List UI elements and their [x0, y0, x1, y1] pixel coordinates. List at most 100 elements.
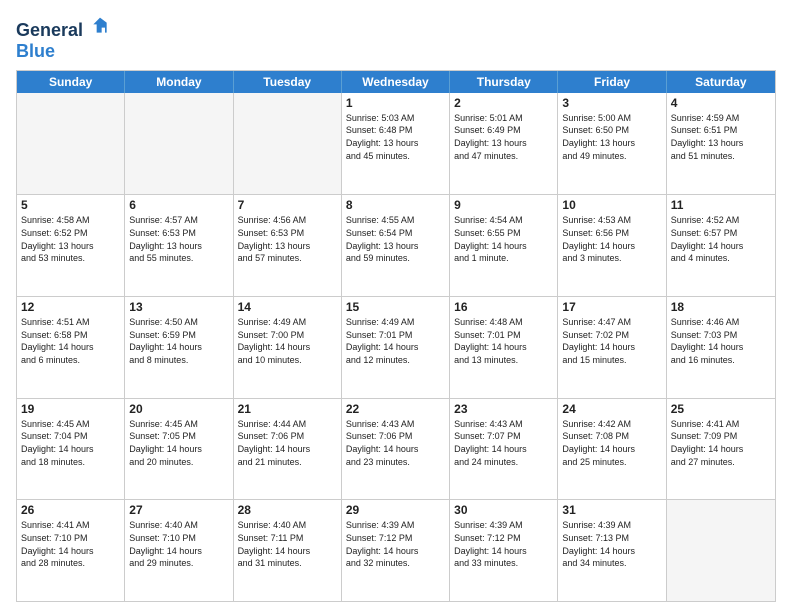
- calendar-cell-r4-c6: [667, 500, 775, 601]
- calendar-cell-r2-c4: 16Sunrise: 4:48 AM Sunset: 7:01 PM Dayli…: [450, 297, 558, 398]
- logo-icon: [90, 16, 110, 36]
- cell-info: Sunrise: 4:46 AM Sunset: 7:03 PM Dayligh…: [671, 316, 771, 366]
- day-number: 28: [238, 503, 337, 517]
- weekday-header-friday: Friday: [558, 71, 666, 93]
- calendar-cell-r4-c2: 28Sunrise: 4:40 AM Sunset: 7:11 PM Dayli…: [234, 500, 342, 601]
- calendar-cell-r2-c3: 15 Sunrise: 4:49 AM Sunset: 7:01 PM Dayli…: [342, 297, 450, 398]
- calendar-cell-r0-c2: [234, 93, 342, 195]
- calendar-cell-r4-c0: 26 Sunrise: 4:41 AM Sunset: 7:10 PM Dayli…: [17, 500, 125, 601]
- calendar-cell-r0-c1: [125, 93, 233, 195]
- day-number: 16: [454, 300, 553, 314]
- day-number: 30: [454, 503, 553, 517]
- cell-info: Sunrise: 4:45 AM Sunset: 7:04 PM Dayligh…: [21, 418, 120, 468]
- day-number: 7: [238, 198, 337, 212]
- calendar-cell-r3-c0: 19 Sunrise: 4:45 AM Sunset: 7:04 PM Dayli…: [17, 399, 125, 500]
- day-number: 29: [346, 503, 445, 517]
- day-number: 22: [346, 402, 445, 416]
- day-number: 4: [671, 96, 771, 110]
- logo-text: General: [16, 16, 110, 41]
- calendar-cell-r3-c3: 22 Sunrise: 4:43 AM Sunset: 7:06 PM Dayli…: [342, 399, 450, 500]
- day-number: 20: [129, 402, 228, 416]
- calendar-row-3: 12Sunrise: 4:51 AM Sunset: 6:58 PM Dayli…: [17, 296, 775, 398]
- day-number: 12: [21, 300, 120, 314]
- cell-info: Sunrise: 4:42 AM Sunset: 7:08 PM Dayligh…: [562, 418, 661, 468]
- calendar-cell-r0-c0: [17, 93, 125, 195]
- cell-info: Sunrise: 4:50 AM Sunset: 6:59 PM Dayligh…: [129, 316, 228, 366]
- weekday-header-monday: Monday: [125, 71, 233, 93]
- weekday-header-tuesday: Tuesday: [234, 71, 342, 93]
- day-number: 19: [21, 402, 120, 416]
- calendar-cell-r0-c6: 4 Sunrise: 4:59 AM Sunset: 6:51 PM Daylig…: [667, 93, 775, 195]
- calendar-cell-r1-c3: 8 Sunrise: 4:55 AM Sunset: 6:54 PM Daylig…: [342, 195, 450, 296]
- cell-info: Sunrise: 4:43 AM Sunset: 7:06 PM Dayligh…: [346, 418, 445, 468]
- cell-info: Sunrise: 4:39 AM Sunset: 7:12 PM Dayligh…: [454, 519, 553, 569]
- calendar-cell-r0-c5: 3 Sunrise: 5:00 AM Sunset: 6:50 PM Daylig…: [558, 93, 666, 195]
- calendar-row-1: 1 Sunrise: 5:03 AM Sunset: 6:48 PM Daylig…: [17, 93, 775, 195]
- calendar-cell-r1-c4: 9 Sunrise: 4:54 AM Sunset: 6:55 PM Daylig…: [450, 195, 558, 296]
- calendar-cell-r0-c3: 1 Sunrise: 5:03 AM Sunset: 6:48 PM Daylig…: [342, 93, 450, 195]
- cell-info: Sunrise: 4:57 AM Sunset: 6:53 PM Dayligh…: [129, 214, 228, 264]
- cell-info: Sunrise: 4:49 AM Sunset: 7:00 PM Dayligh…: [238, 316, 337, 366]
- day-number: 3: [562, 96, 661, 110]
- weekday-header-saturday: Saturday: [667, 71, 775, 93]
- cell-info: Sunrise: 4:43 AM Sunset: 7:07 PM Dayligh…: [454, 418, 553, 468]
- day-number: 18: [671, 300, 771, 314]
- day-number: 10: [562, 198, 661, 212]
- cell-info: Sunrise: 4:56 AM Sunset: 6:53 PM Dayligh…: [238, 214, 337, 264]
- day-number: 21: [238, 402, 337, 416]
- logo-blue: Blue: [16, 41, 110, 62]
- day-number: 8: [346, 198, 445, 212]
- calendar-cell-r1-c1: 6 Sunrise: 4:57 AM Sunset: 6:53 PM Daylig…: [125, 195, 233, 296]
- calendar-cell-r1-c5: 10 Sunrise: 4:53 AM Sunset: 6:56 PM Dayli…: [558, 195, 666, 296]
- cell-info: Sunrise: 5:00 AM Sunset: 6:50 PM Dayligh…: [562, 112, 661, 162]
- day-number: 26: [21, 503, 120, 517]
- calendar-cell-r2-c5: 17 Sunrise: 4:47 AM Sunset: 7:02 PM Dayli…: [558, 297, 666, 398]
- calendar-cell-r2-c0: 12Sunrise: 4:51 AM Sunset: 6:58 PM Dayli…: [17, 297, 125, 398]
- cell-info: Sunrise: 4:47 AM Sunset: 7:02 PM Dayligh…: [562, 316, 661, 366]
- day-number: 24: [562, 402, 661, 416]
- calendar-row-5: 26 Sunrise: 4:41 AM Sunset: 7:10 PM Dayli…: [17, 499, 775, 601]
- cell-info: Sunrise: 4:58 AM Sunset: 6:52 PM Dayligh…: [21, 214, 120, 264]
- cell-info: Sunrise: 4:59 AM Sunset: 6:51 PM Dayligh…: [671, 112, 771, 162]
- calendar-cell-r2-c1: 13 Sunrise: 4:50 AM Sunset: 6:59 PM Dayli…: [125, 297, 233, 398]
- cell-info: Sunrise: 4:41 AM Sunset: 7:10 PM Dayligh…: [21, 519, 120, 569]
- day-number: 23: [454, 402, 553, 416]
- weekday-header-sunday: Sunday: [17, 71, 125, 93]
- cell-info: Sunrise: 4:54 AM Sunset: 6:55 PM Dayligh…: [454, 214, 553, 264]
- cell-info: Sunrise: 4:39 AM Sunset: 7:12 PM Dayligh…: [346, 519, 445, 569]
- day-number: 14: [238, 300, 337, 314]
- day-number: 2: [454, 96, 553, 110]
- day-number: 9: [454, 198, 553, 212]
- calendar-cell-r3-c5: 24 Sunrise: 4:42 AM Sunset: 7:08 PM Dayli…: [558, 399, 666, 500]
- logo: General Blue: [16, 16, 110, 62]
- day-number: 6: [129, 198, 228, 212]
- page: General Blue SundayMondayTuesdayWednesda…: [0, 0, 792, 612]
- day-number: 25: [671, 402, 771, 416]
- cell-info: Sunrise: 4:40 AM Sunset: 7:10 PM Dayligh…: [129, 519, 228, 569]
- day-number: 13: [129, 300, 228, 314]
- cell-info: Sunrise: 4:53 AM Sunset: 6:56 PM Dayligh…: [562, 214, 661, 264]
- calendar-cell-r2-c6: 18 Sunrise: 4:46 AM Sunset: 7:03 PM Dayli…: [667, 297, 775, 398]
- cell-info: Sunrise: 5:01 AM Sunset: 6:49 PM Dayligh…: [454, 112, 553, 162]
- calendar: SundayMondayTuesdayWednesdayThursdayFrid…: [16, 70, 776, 602]
- calendar-cell-r3-c1: 20Sunrise: 4:45 AM Sunset: 7:05 PM Dayli…: [125, 399, 233, 500]
- calendar-cell-r4-c5: 31Sunrise: 4:39 AM Sunset: 7:13 PM Dayli…: [558, 500, 666, 601]
- calendar-cell-r1-c6: 11 Sunrise: 4:52 AM Sunset: 6:57 PM Dayli…: [667, 195, 775, 296]
- cell-info: Sunrise: 4:55 AM Sunset: 6:54 PM Dayligh…: [346, 214, 445, 264]
- calendar-cell-r3-c2: 21 Sunrise: 4:44 AM Sunset: 7:06 PM Dayli…: [234, 399, 342, 500]
- cell-info: Sunrise: 4:41 AM Sunset: 7:09 PM Dayligh…: [671, 418, 771, 468]
- day-number: 1: [346, 96, 445, 110]
- calendar-cell-r1-c2: 7 Sunrise: 4:56 AM Sunset: 6:53 PM Daylig…: [234, 195, 342, 296]
- calendar-cell-r2-c2: 14 Sunrise: 4:49 AM Sunset: 7:00 PM Dayli…: [234, 297, 342, 398]
- header: General Blue: [16, 12, 776, 62]
- day-number: 11: [671, 198, 771, 212]
- day-number: 17: [562, 300, 661, 314]
- calendar-cell-r3-c4: 23 Sunrise: 4:43 AM Sunset: 7:07 PM Dayli…: [450, 399, 558, 500]
- cell-info: Sunrise: 4:44 AM Sunset: 7:06 PM Dayligh…: [238, 418, 337, 468]
- cell-info: Sunrise: 4:49 AM Sunset: 7:01 PM Dayligh…: [346, 316, 445, 366]
- day-number: 15: [346, 300, 445, 314]
- cell-info: Sunrise: 5:03 AM Sunset: 6:48 PM Dayligh…: [346, 112, 445, 162]
- day-number: 5: [21, 198, 120, 212]
- cell-info: Sunrise: 4:52 AM Sunset: 6:57 PM Dayligh…: [671, 214, 771, 264]
- weekday-header-wednesday: Wednesday: [342, 71, 450, 93]
